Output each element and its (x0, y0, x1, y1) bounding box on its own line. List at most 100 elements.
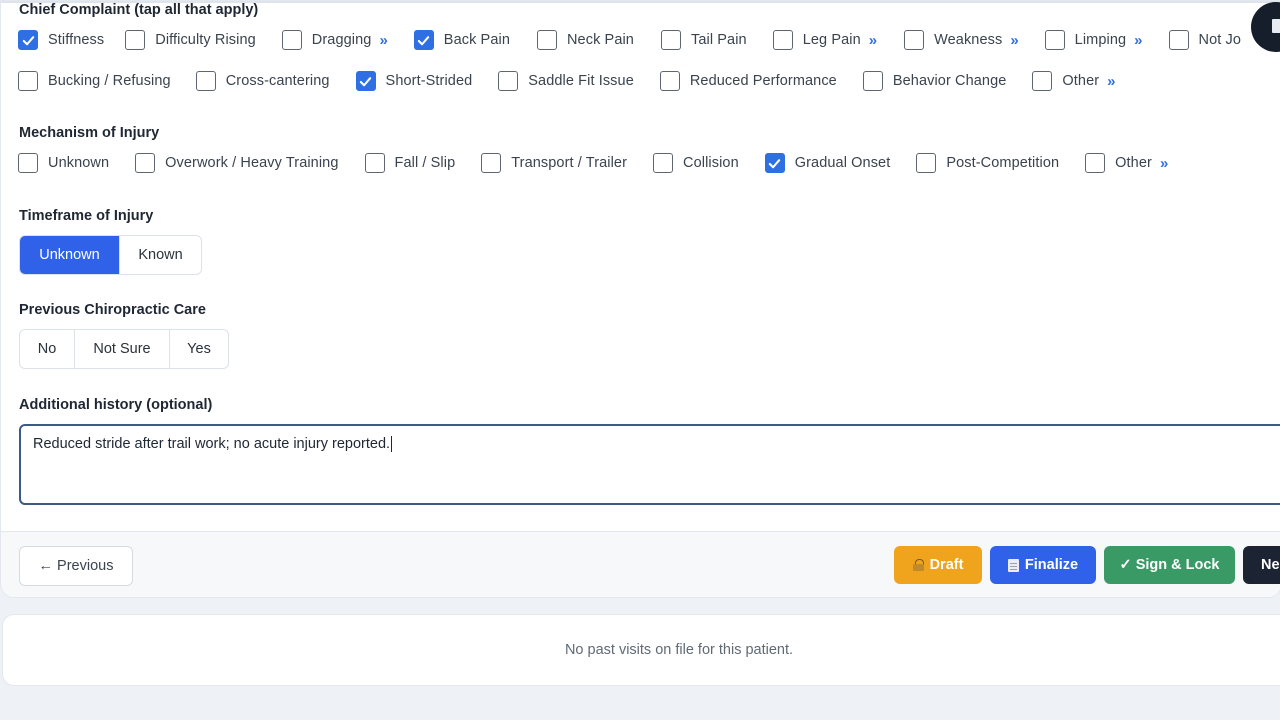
chief-complaint-row-1: Stiffness Difficulty Rising Dragging » Back … (18, 28, 1241, 52)
checkbox-label: Dragging (311, 32, 372, 48)
expand-more-icon[interactable]: » (1010, 32, 1018, 49)
checkbox-box (135, 153, 156, 173)
checkbox-post-competition[interactable]: Post-Competition (916, 153, 1059, 173)
sign-lock-button[interactable]: ✓ Sign & Lock (1104, 546, 1235, 584)
option-not-sure[interactable]: Not Sure (75, 330, 170, 368)
checkbox-label: Post-Competition (946, 155, 1060, 171)
draft-label: Draft (929, 557, 964, 573)
checkbox-label: Short-Strided (385, 73, 473, 89)
additional-history-input[interactable]: Reduced stride after trail work; no acut… (19, 424, 1280, 505)
form-card: Chief Complaint (tap all that apply) Sti… (0, 0, 1280, 598)
option-yes[interactable]: Yes (170, 330, 228, 368)
checkbox-box (916, 153, 937, 173)
checkbox-difficulty-rising[interactable]: Difficulty Rising (125, 30, 256, 50)
checkbox-collision[interactable]: Collision (653, 153, 739, 173)
checkbox-box (653, 153, 674, 173)
chief-complaint-row-2: Bucking / Refusing Cross-cantering Short-S… (18, 69, 1116, 93)
option-unknown[interactable]: Unknown (20, 236, 120, 274)
checkbox-other[interactable]: Other » (1032, 71, 1116, 91)
lock-icon (912, 559, 924, 571)
draft-button[interactable]: Draft (894, 546, 982, 584)
checkbox-cross-cantering[interactable]: Cross-cantering (195, 71, 330, 91)
form-footer: ← Previous Draft Finalize ✓ Sign & Lock … (1, 531, 1280, 597)
checkbox-unknown[interactable]: Unknown (18, 153, 109, 173)
checkbox-label: Neck Pain (566, 32, 634, 48)
additional-history-title: Additional history (optional) (19, 397, 213, 413)
checkbox-checked-icon (413, 30, 434, 50)
checkbox-label: Limping (1074, 32, 1127, 48)
checkbox-box (536, 30, 557, 50)
checkbox-label: Bucking / Refusing (48, 73, 171, 89)
checkbox-box (481, 153, 502, 173)
next-button[interactable]: Ne (1243, 546, 1280, 584)
checkbox-gradual-onset[interactable]: Gradual Onset (764, 153, 891, 173)
mechanism-title: Mechanism of Injury (19, 125, 160, 141)
checkbox-box (1085, 153, 1106, 173)
past-visits-card: No past visits on file for this patient. (2, 614, 1280, 686)
checkbox-box (1044, 30, 1065, 50)
previous-button[interactable]: ← Previous (19, 546, 133, 586)
checkbox-label: Weakness (934, 32, 1003, 48)
text-caret (391, 436, 393, 453)
checkbox-box (659, 71, 680, 91)
checkbox-box (904, 30, 925, 50)
checkbox-leg-pain[interactable]: Leg Pain » (772, 30, 877, 50)
option-known[interactable]: Known (120, 236, 201, 274)
checkbox-back-pain[interactable]: Back Pain (413, 30, 510, 50)
checkbox-not-jo[interactable]: Not Jo (1168, 30, 1242, 50)
checkbox-checked-icon (355, 71, 376, 91)
checkbox-transport-trailer[interactable]: Transport / Trailer (481, 153, 627, 173)
checkbox-short-strided[interactable]: Short-Strided (355, 71, 473, 91)
checkbox-label: Leg Pain (802, 32, 861, 48)
checkbox-reduced-performance[interactable]: Reduced Performance (659, 71, 837, 91)
checkbox-checked-icon (18, 30, 38, 50)
checkbox-label: Back Pain (443, 32, 510, 48)
expand-more-icon[interactable]: » (379, 32, 387, 49)
finalize-button[interactable]: Finalize (990, 546, 1096, 584)
checkbox-saddle-fit-issue[interactable]: Saddle Fit Issue (498, 71, 634, 91)
checkbox-label: Not Jo (1198, 32, 1242, 48)
checkbox-box (18, 71, 38, 91)
checkbox-label: Saddle Fit Issue (528, 73, 634, 89)
checkbox-label: Collision (683, 155, 739, 171)
checkbox-stiffness[interactable]: Stiffness (18, 30, 104, 50)
finalize-label: Finalize (1024, 557, 1079, 573)
checkbox-box (1032, 71, 1053, 91)
checkbox-weakness[interactable]: Weakness » (904, 30, 1019, 50)
checkbox-box (364, 153, 385, 173)
checkbox-box (1168, 30, 1189, 50)
checkbox-limping[interactable]: Limping » (1044, 30, 1143, 50)
checkbox-label: Gradual Onset (794, 155, 891, 171)
previous-care-title: Previous Chiropractic Care (19, 302, 206, 318)
option-no[interactable]: No (20, 330, 75, 368)
past-visits-empty-text: No past visits on file for this patient. (564, 642, 794, 658)
expand-more-icon[interactable]: » (1160, 155, 1168, 172)
checkbox-box (772, 30, 793, 50)
checkbox-label: Tail Pain (690, 32, 747, 48)
checkbox-fall-slip[interactable]: Fall / Slip (364, 153, 456, 173)
checkbox-tail-pain[interactable]: Tail Pain (660, 30, 747, 50)
checkbox-overwork-heavy-training[interactable]: Overwork / Heavy Training (135, 153, 338, 173)
checkbox-label: Reduced Performance (689, 73, 837, 89)
expand-more-icon[interactable]: » (1134, 32, 1142, 49)
expand-more-icon[interactable]: » (869, 32, 877, 49)
checkbox-label: Transport / Trailer (511, 155, 628, 171)
checkbox-box (498, 71, 519, 91)
checkbox-label: Other (1062, 73, 1100, 89)
checkbox-behavior-change[interactable]: Behavior Change (862, 71, 1007, 91)
checkbox-dragging[interactable]: Dragging » (281, 30, 388, 50)
checkbox-bucking-refusing[interactable]: Bucking / Refusing (18, 71, 171, 91)
checkbox-label: Fall / Slip (394, 155, 456, 171)
checkbox-box (660, 30, 681, 50)
checkbox-label: Overwork / Heavy Training (165, 155, 339, 171)
checkbox-label: Behavior Change (892, 73, 1007, 89)
expand-more-icon[interactable]: » (1107, 73, 1115, 90)
additional-history-value: Reduced stride after trail work; no acut… (33, 436, 391, 452)
checkbox-checked-icon (764, 153, 785, 173)
clipboard-icon (1007, 558, 1019, 572)
checkbox-neck-pain[interactable]: Neck Pain (536, 30, 634, 50)
checkbox-other[interactable]: Other » (1085, 153, 1168, 173)
checkbox-box (195, 71, 216, 91)
checkbox-label: Unknown (48, 155, 110, 171)
checkbox-label: Other (1115, 155, 1152, 171)
